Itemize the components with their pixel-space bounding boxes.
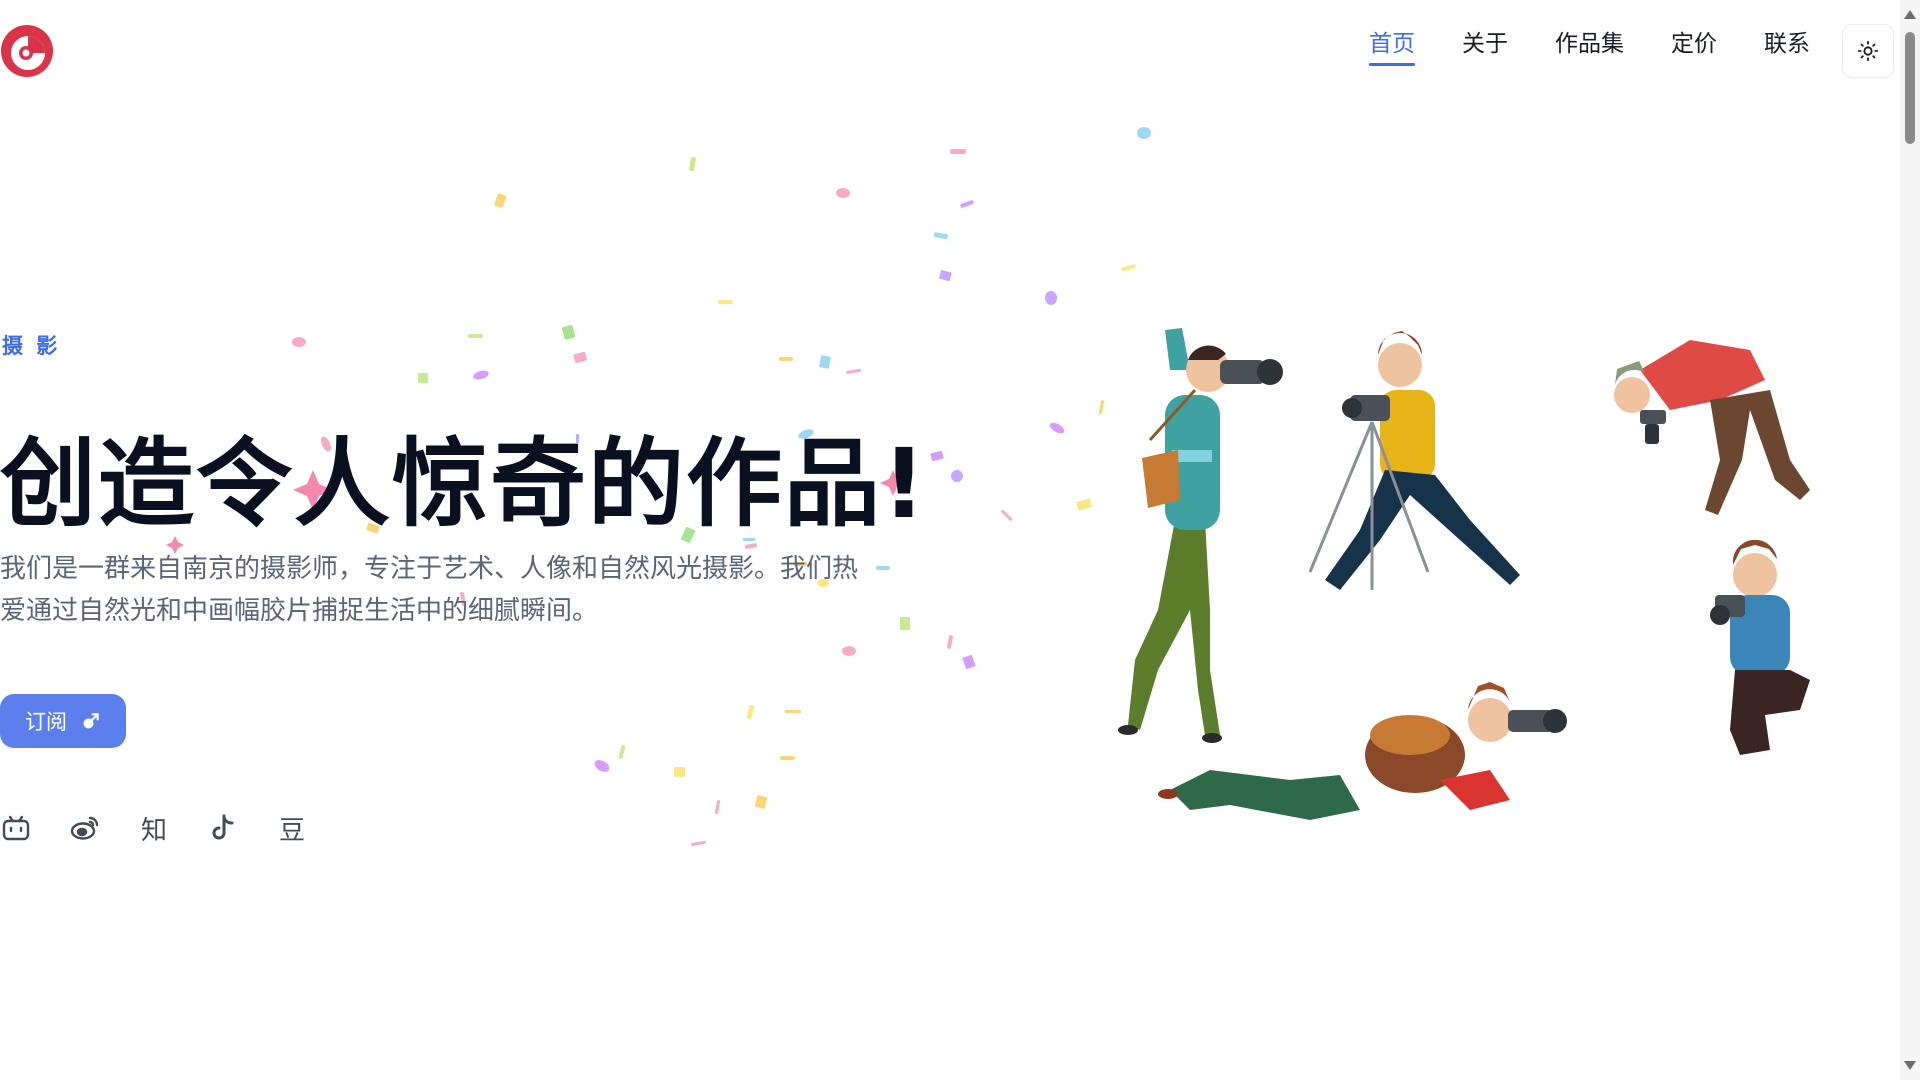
photographer-bending-illustration [1614,340,1810,515]
photographer-tripod-illustration [1308,331,1520,590]
nav-about[interactable]: 关于 [1462,30,1508,66]
photographer-standing-illustration [1118,328,1283,743]
scroll-down-icon[interactable] [1904,1061,1916,1070]
nav-pricing[interactable]: 定价 [1671,30,1717,66]
subscribe-button[interactable]: 订阅 [0,694,126,748]
tiktok-icon[interactable] [207,812,239,844]
scrollbar-thumb[interactable] [1905,32,1915,144]
photographers-illustration [1118,328,1810,820]
page-scrollbar[interactable] [1900,0,1920,1080]
nav-home[interactable]: 首页 [1369,30,1415,66]
subscribe-label: 订阅 [25,710,67,734]
photographer-lying-illustration [1158,682,1567,820]
sun-icon [1857,40,1879,62]
main-nav: 首页 关于 作品集 定价 联系 [1322,30,1810,66]
page: 首页 关于 作品集 定价 联系 摄 影 创造令人惊奇的作品! 我们是一群来自南京… [0,0,1920,1080]
bilibili-icon[interactable] [0,812,32,844]
douban-icon[interactable]: 豆 [276,812,308,846]
nav-contact[interactable]: 联系 [1764,30,1810,66]
hero-eyebrow: 摄 影 [2,334,61,358]
theme-toggle-button[interactable] [1842,24,1894,78]
social-links: 知 豆 [0,812,345,846]
nav-portfolio[interactable]: 作品集 [1555,30,1624,66]
photographer-kneeling-illustration [1710,539,1810,755]
weibo-icon[interactable] [69,812,101,844]
logo-icon[interactable] [0,24,54,78]
male-arrow-icon [83,713,99,729]
hero-description: 我们是一群来自南京的摄影师，专注于艺术、人像和自然风光摄影。我们热爱通过自然光和… [0,554,859,626]
scroll-up-icon[interactable] [1904,10,1916,19]
hero-headline: 创造令人惊奇的作品! [0,428,928,540]
zhihu-icon[interactable]: 知 [138,812,170,846]
